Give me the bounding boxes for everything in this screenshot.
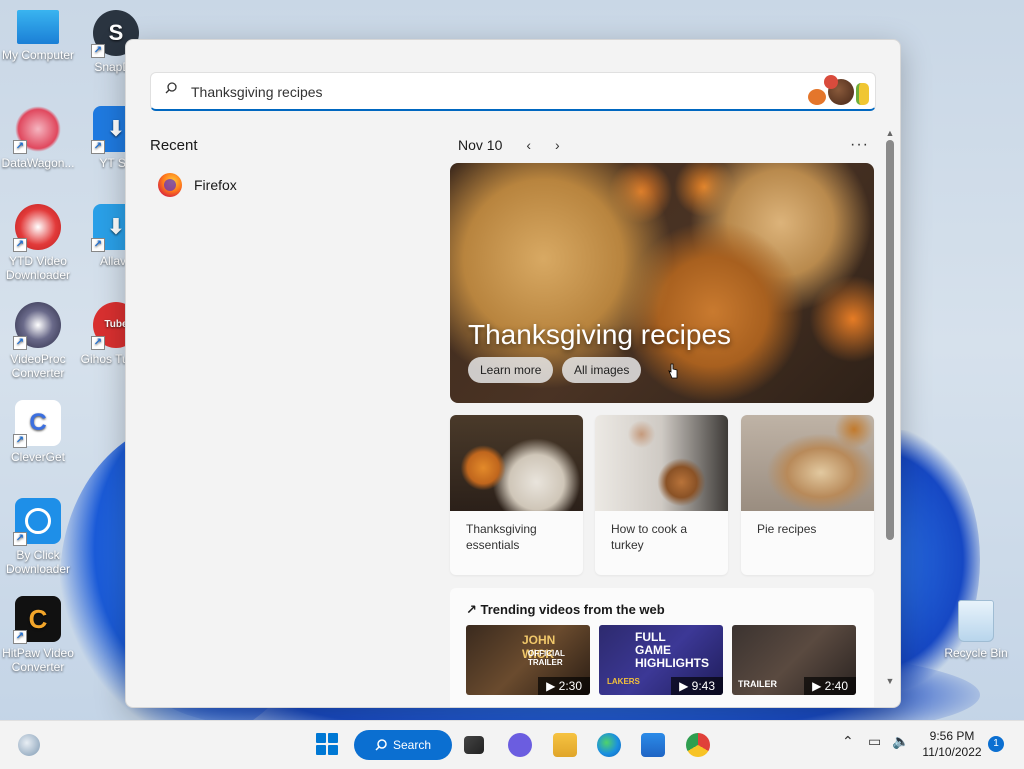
firefox-icon <box>158 173 182 197</box>
card-how-to-cook-turkey[interactable]: How to cook a turkey <box>595 415 728 575</box>
video-duration: ▶ 2:40 <box>804 677 856 695</box>
recent-heading: Recent <box>150 137 198 154</box>
search-box[interactable] <box>150 72 876 111</box>
video-duration: ▶ 2:30 <box>538 677 590 695</box>
ytd-icon: ↗ <box>13 204 61 252</box>
all-images-button[interactable]: All images <box>562 357 642 383</box>
chrome-icon[interactable] <box>686 733 710 757</box>
corn-icon <box>856 83 869 105</box>
hero-title: Thanksgiving recipes <box>468 319 732 350</box>
card-image <box>595 415 728 511</box>
next-day-button[interactable]: › <box>555 137 560 153</box>
search-icon <box>165 82 177 94</box>
thanksgiving-doodle <box>808 75 869 105</box>
file-explorer-icon[interactable] <box>553 733 577 757</box>
trending-heading: ↗ Trending videos from the web <box>466 602 665 617</box>
search-icon <box>375 739 387 751</box>
taskbar: Search ⌃ ▭ 🔈 9:56 PM 11/10/2022 1 <box>0 720 1024 769</box>
card-pie-recipes[interactable]: Pie recipes <box>741 415 874 575</box>
hitpaw-icon: C ↗ <box>13 596 61 644</box>
volume-icon[interactable]: 🔈 <box>892 733 909 750</box>
scrollbar-thumb[interactable] <box>886 140 894 540</box>
hero-card[interactable]: Thanksgiving recipes Learn more All imag… <box>450 163 874 403</box>
search-panel: Recent Firefox Nov 10 ‹ › ··· Thanksgivi… <box>125 39 901 708</box>
start-button[interactable] <box>316 733 338 755</box>
clock-date: 11/10/2022 <box>922 745 982 759</box>
date-label: Nov 10 <box>458 137 503 153</box>
desktop-icon-ytd[interactable]: ↗ YTD Video Downloader <box>0 204 76 282</box>
search-input[interactable] <box>189 79 753 105</box>
videoproc-icon: ↗ <box>13 302 61 350</box>
scrollbar[interactable]: ▲ ▼ <box>884 128 896 688</box>
desktop-icon-cleverget[interactable]: C ↗ CleverGet <box>0 400 76 464</box>
cleverget-icon: C ↗ <box>13 400 61 448</box>
widgets-icon[interactable] <box>18 734 40 756</box>
store-icon[interactable] <box>641 733 665 757</box>
card-thanksgiving-essentials[interactable]: Thanksgiving essentials <box>450 415 583 575</box>
desktop-icon-byclick[interactable]: ↗ By Click Downloader <box>0 498 76 576</box>
desktop-icon-recycle-bin[interactable]: Recycle Bin <box>940 600 1012 660</box>
desktop-icon-datawagon[interactable]: ↗ DataWagon... <box>0 106 76 170</box>
more-options-button[interactable]: ··· <box>850 136 869 154</box>
video-thumbnail[interactable]: JOHN WICK OFFICIAL TRAILER ▶ 2:30 <box>466 625 590 695</box>
turkey-icon <box>824 75 854 105</box>
video-thumbnail[interactable]: FULL GAME HIGHLIGHTS LAKERS ▶ 9:43 <box>599 625 723 695</box>
task-view-icon[interactable] <box>464 736 484 754</box>
card-caption: How to cook a turkey <box>611 522 688 552</box>
card-caption: Thanksgiving essentials <box>466 522 537 552</box>
datawagon-icon: ↗ <box>13 106 61 154</box>
desktop-icon-videoproc[interactable]: ↗ VideoProc Converter <box>0 302 76 380</box>
network-icon[interactable]: ▭ <box>868 733 881 750</box>
clock-time: 9:56 PM <box>929 729 975 743</box>
chat-icon[interactable] <box>508 733 532 757</box>
chevron-up-icon[interactable]: ⌃ <box>842 733 854 750</box>
video-thumbnail[interactable]: TRAILER ▶ 2:40 <box>732 625 856 695</box>
hand-cursor-icon <box>668 363 678 379</box>
recent-item-label: Firefox <box>194 177 237 193</box>
pumpkin-icon <box>808 89 826 105</box>
clock[interactable]: 9:56 PM 11/10/2022 <box>920 728 984 760</box>
edge-icon[interactable] <box>597 733 621 757</box>
trending-videos-section: ↗ Trending videos from the web JOHN WICK… <box>450 588 874 707</box>
card-image <box>741 415 874 511</box>
scroll-up-arrow-icon[interactable]: ▲ <box>884 128 896 138</box>
video-duration: ▶ 9:43 <box>671 677 723 695</box>
taskbar-search-button[interactable]: Search <box>354 730 452 760</box>
learn-more-button[interactable]: Learn more <box>468 357 554 383</box>
notification-badge[interactable]: 1 <box>988 736 1004 752</box>
desktop-icon-my-computer[interactable]: My Computer <box>0 10 76 62</box>
desktop-icon-hitpaw[interactable]: C ↗ HitPaw Video Converter <box>0 596 76 674</box>
recent-item-firefox[interactable]: Firefox <box>158 173 237 197</box>
monitor-icon <box>17 10 59 44</box>
previous-day-button[interactable]: ‹ <box>526 137 531 153</box>
card-image <box>450 415 583 511</box>
scroll-down-arrow-icon[interactable]: ▼ <box>884 676 896 686</box>
recycle-bin-icon <box>958 600 994 642</box>
date-navigator: Nov 10 ‹ › <box>458 137 560 153</box>
byclick-icon: ↗ <box>13 498 61 546</box>
card-caption: Pie recipes <box>757 522 817 536</box>
